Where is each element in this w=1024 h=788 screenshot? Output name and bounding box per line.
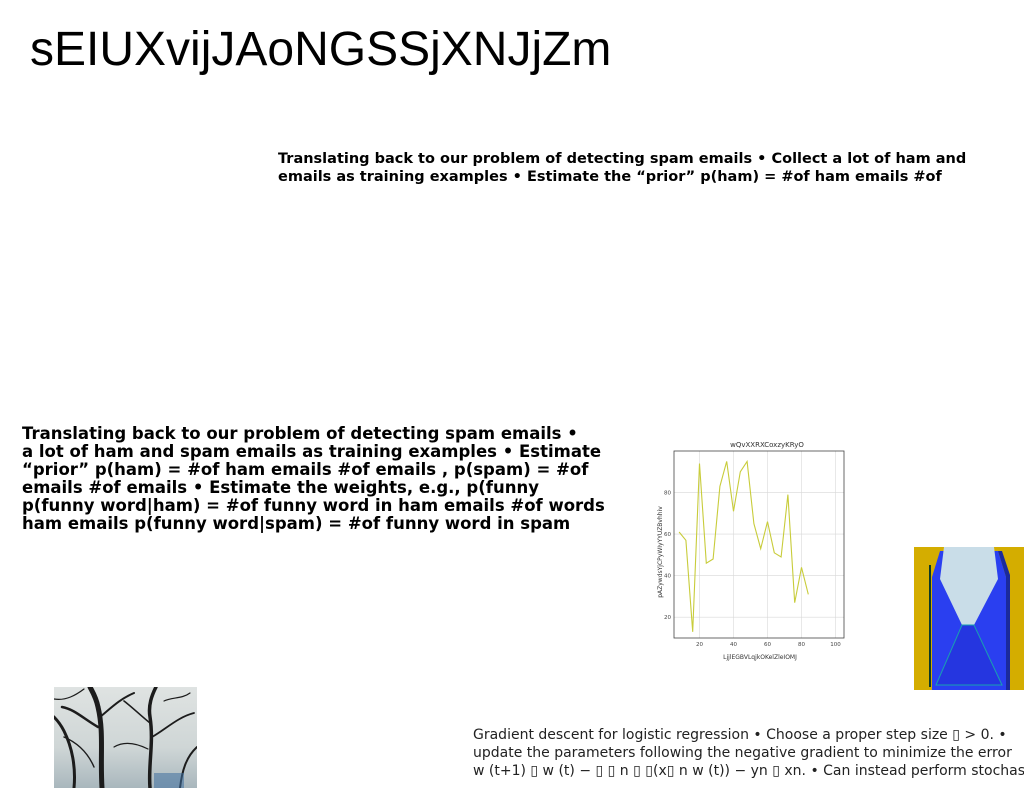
y-tick-label: 80 bbox=[664, 491, 671, 497]
text-line: emails as training examples • Estimate t… bbox=[278, 169, 942, 185]
chart-title: wQvXXRXCoxzyKRyO bbox=[730, 441, 804, 449]
text-line: w (t+1) ▯ w (t) − ▯ ▯ n ▯ ▯(x▯ n w (t)) … bbox=[473, 763, 1024, 779]
text-line: a lot of ham and spam emails as training… bbox=[22, 442, 602, 461]
x-tick-label: 80 bbox=[798, 642, 805, 648]
text-line: Gradient descent for logistic regression… bbox=[473, 727, 1007, 743]
text-line: Translating back to our problem of detec… bbox=[278, 151, 967, 167]
text-block-middle: Translating back to our problem of detec… bbox=[22, 425, 622, 533]
chart-ylabel: pAZywdsYjCPyWIyYYUZBvhhiv bbox=[657, 506, 664, 598]
y-tick-label: 60 bbox=[664, 532, 671, 538]
text-line: update the parameters following the nega… bbox=[473, 745, 1012, 761]
text-line: p(funny word|ham) = #of funny word in ha… bbox=[22, 496, 605, 515]
y-tick-label: 40 bbox=[664, 574, 671, 580]
x-tick-label: 100 bbox=[830, 642, 841, 648]
x-tick-label: 20 bbox=[696, 642, 703, 648]
chart-series-line bbox=[678, 459, 809, 632]
chart-xlabel: LjjlEGBVLqjkOKelZleIOMJ bbox=[723, 654, 797, 661]
text-line: ham emails p(funny word|spam) = #of funn… bbox=[22, 514, 571, 533]
text-line: “prior” p(ham) = #of ham emails #of emai… bbox=[22, 460, 589, 479]
pencil-figure bbox=[914, 547, 1024, 690]
y-tick-label: 20 bbox=[664, 615, 671, 621]
tree-photo bbox=[54, 687, 197, 788]
text-line: emails #of emails • Estimate the weights… bbox=[22, 478, 539, 497]
text-block-top: Translating back to our problem of detec… bbox=[278, 150, 978, 186]
page-title: sEIUXvijJAoNGSSjXNJjZm bbox=[30, 23, 612, 76]
x-tick-label: 60 bbox=[764, 642, 771, 648]
x-tick-label: 40 bbox=[730, 642, 737, 648]
line-chart: wQvXXRXCoxzyKRyO LjjlEGBVLqjkOKelZleIOMJ… bbox=[657, 441, 845, 661]
text-block-bottom: Gradient descent for logistic regression… bbox=[473, 726, 1024, 780]
text-line: Translating back to our problem of detec… bbox=[22, 424, 578, 443]
